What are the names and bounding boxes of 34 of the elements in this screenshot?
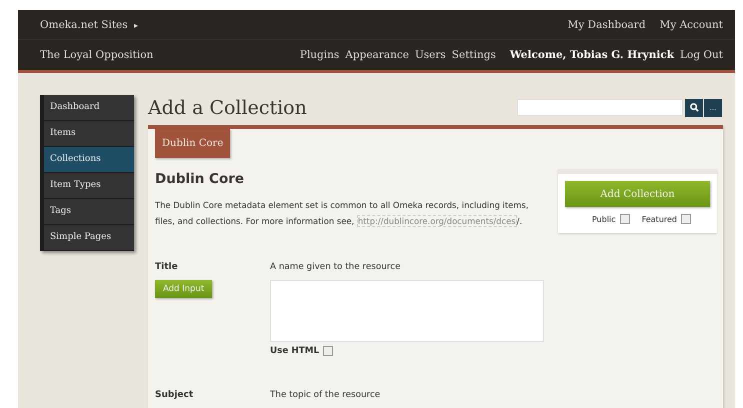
logout-link[interactable]: Log Out <box>680 49 723 61</box>
advanced-search-button[interactable]: ... <box>704 98 722 116</box>
header-link[interactable]: My Dashboard <box>568 18 646 30</box>
site-title[interactable]: The Loyal Opposition <box>40 49 154 61</box>
sidebar-item[interactable]: Dashboard <box>44 95 134 121</box>
option-label: Public <box>592 214 616 224</box>
text-area[interactable] <box>270 280 544 342</box>
use-html-checkbox[interactable] <box>323 346 334 356</box>
option-label: Featured <box>642 214 677 224</box>
option-checkbox[interactable] <box>681 214 691 224</box>
nav-link[interactable]: Settings <box>452 49 496 61</box>
field-description: A name given to the resource <box>270 262 400 272</box>
tab[interactable]: Dublin Core <box>155 129 230 158</box>
sidebar-item[interactable]: Simple Pages <box>44 225 134 251</box>
use-html-label: Use HTML <box>270 346 320 356</box>
intro-text: The Dublin Core metadata element set is common to all Omeka records, including items, files, and collections. For more information see, http://dublincore.org/documents/dces/. <box>155 199 530 229</box>
field-description: The topic of the resource <box>270 390 380 400</box>
page-title: Add a Collection <box>148 96 307 118</box>
field-label: Title <box>155 262 178 272</box>
welcome-text: Welcome, Tobias G. Hrynick <box>510 49 674 61</box>
sites-menu[interactable]: Omeka.net Sites ▸ <box>40 18 138 30</box>
nav-link[interactable]: Plugins <box>300 49 340 61</box>
sidebar-item[interactable]: Collections <box>44 147 134 173</box>
sidebar-item[interactable]: Tags <box>44 199 134 225</box>
header-link[interactable]: My Account <box>660 18 723 30</box>
nav-link[interactable]: Users <box>414 49 446 61</box>
section-title: Dublin Core <box>155 171 246 187</box>
search-field[interactable] <box>517 99 683 116</box>
search-icon <box>690 103 698 112</box>
field-label: Subject <box>155 390 194 400</box>
search-button[interactable] <box>685 98 703 116</box>
option-checkbox[interactable] <box>620 214 630 224</box>
sidebar-item[interactable]: Item Types <box>44 173 134 199</box>
nav-link[interactable]: Appearance <box>345 49 409 61</box>
